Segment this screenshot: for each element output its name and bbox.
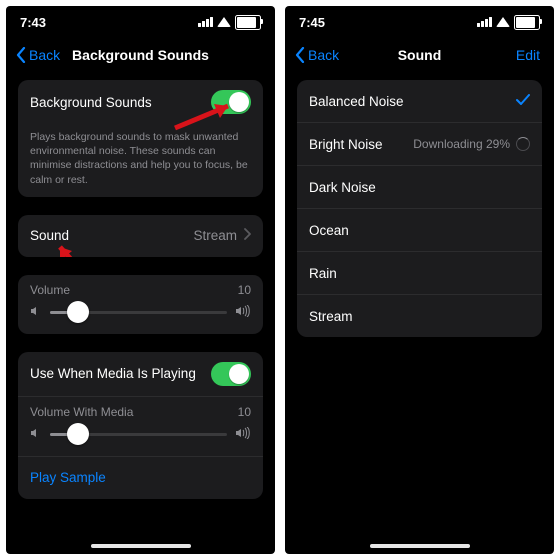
media-volume-value: 10 <box>238 405 251 419</box>
bg-sounds-toggle-row[interactable]: Background Sounds <box>18 80 263 124</box>
bg-sounds-toggle[interactable] <box>211 90 251 114</box>
sound-list-group: Balanced Noise Bright Noise Downloading … <box>297 80 542 337</box>
list-item-label: Rain <box>309 266 337 281</box>
bg-sounds-footnote: Plays background sounds to mask unwanted… <box>18 124 263 197</box>
sound-label: Sound <box>30 228 69 243</box>
list-item[interactable]: Bright Noise Downloading 29% <box>297 122 542 165</box>
volume-label: Volume <box>30 283 70 297</box>
status-right <box>198 15 261 30</box>
status-bar: 7:45 <box>285 6 554 38</box>
list-item[interactable]: Rain <box>297 251 542 294</box>
speaker-low-icon <box>30 427 42 442</box>
play-sample-link[interactable]: Play Sample <box>30 470 106 485</box>
sound-value: Stream <box>193 228 237 243</box>
chevron-right-icon <box>243 228 251 243</box>
back-label: Back <box>29 47 60 63</box>
screen-background-sounds: 7:43 Back Background Sounds Background S… <box>6 6 275 554</box>
media-toggle-label: Use When Media Is Playing <box>30 366 196 381</box>
list-item[interactable]: Stream <box>297 294 542 337</box>
back-label: Back <box>308 47 339 63</box>
list-item-label: Ocean <box>309 223 349 238</box>
back-button[interactable]: Back <box>295 47 339 63</box>
media-toggle[interactable] <box>211 362 251 386</box>
bg-sounds-group: Background Sounds Plays background sound… <box>18 80 263 197</box>
wifi-icon <box>496 17 510 27</box>
battery-icon <box>235 15 261 30</box>
list-item-label: Stream <box>309 309 353 324</box>
home-indicator <box>91 544 191 548</box>
cellular-icon <box>477 17 492 27</box>
page-title: Background Sounds <box>72 47 209 63</box>
speaker-high-icon <box>235 305 251 320</box>
spinner-icon <box>516 137 530 151</box>
status-time: 7:45 <box>299 15 325 30</box>
play-sample-row[interactable]: Play Sample <box>18 456 263 499</box>
volume-slider[interactable] <box>30 305 251 320</box>
list-item-label: Balanced Noise <box>309 94 404 109</box>
nav-bar: Back Background Sounds <box>6 38 275 72</box>
list-item[interactable]: Dark Noise <box>297 165 542 208</box>
volume-value: 10 <box>238 283 251 297</box>
home-indicator <box>370 544 470 548</box>
checkmark-icon <box>516 94 530 109</box>
list-item[interactable]: Balanced Noise <box>297 80 542 122</box>
speaker-low-icon <box>30 305 42 320</box>
media-volume-slider[interactable] <box>30 427 251 442</box>
wifi-icon <box>217 17 231 27</box>
chevron-left-icon <box>16 47 26 63</box>
speaker-high-icon <box>235 427 251 442</box>
list-item[interactable]: Ocean <box>297 208 542 251</box>
list-item-label: Bright Noise <box>309 137 383 152</box>
volume-group: Volume 10 <box>18 275 263 334</box>
chevron-left-icon <box>295 47 305 63</box>
back-button[interactable]: Back <box>16 47 60 63</box>
screen-sound-list: 7:45 Back Sound Edit Balanced Noise <box>285 6 554 554</box>
page-title: Sound <box>398 47 442 63</box>
cellular-icon <box>198 17 213 27</box>
bg-sounds-label: Background Sounds <box>30 95 152 110</box>
status-time: 7:43 <box>20 15 46 30</box>
nav-bar: Back Sound Edit <box>285 38 554 72</box>
sound-group: Sound Stream <box>18 215 263 257</box>
media-volume-label: Volume With Media <box>30 405 133 419</box>
status-right <box>477 15 540 30</box>
download-status: Downloading 29% <box>413 137 510 151</box>
sound-row[interactable]: Sound Stream <box>18 215 263 257</box>
edit-button[interactable]: Edit <box>516 47 540 63</box>
media-group: Use When Media Is Playing Volume With Me… <box>18 352 263 499</box>
status-bar: 7:43 <box>6 6 275 38</box>
media-toggle-row[interactable]: Use When Media Is Playing <box>18 352 263 396</box>
battery-icon <box>514 15 540 30</box>
list-item-label: Dark Noise <box>309 180 376 195</box>
